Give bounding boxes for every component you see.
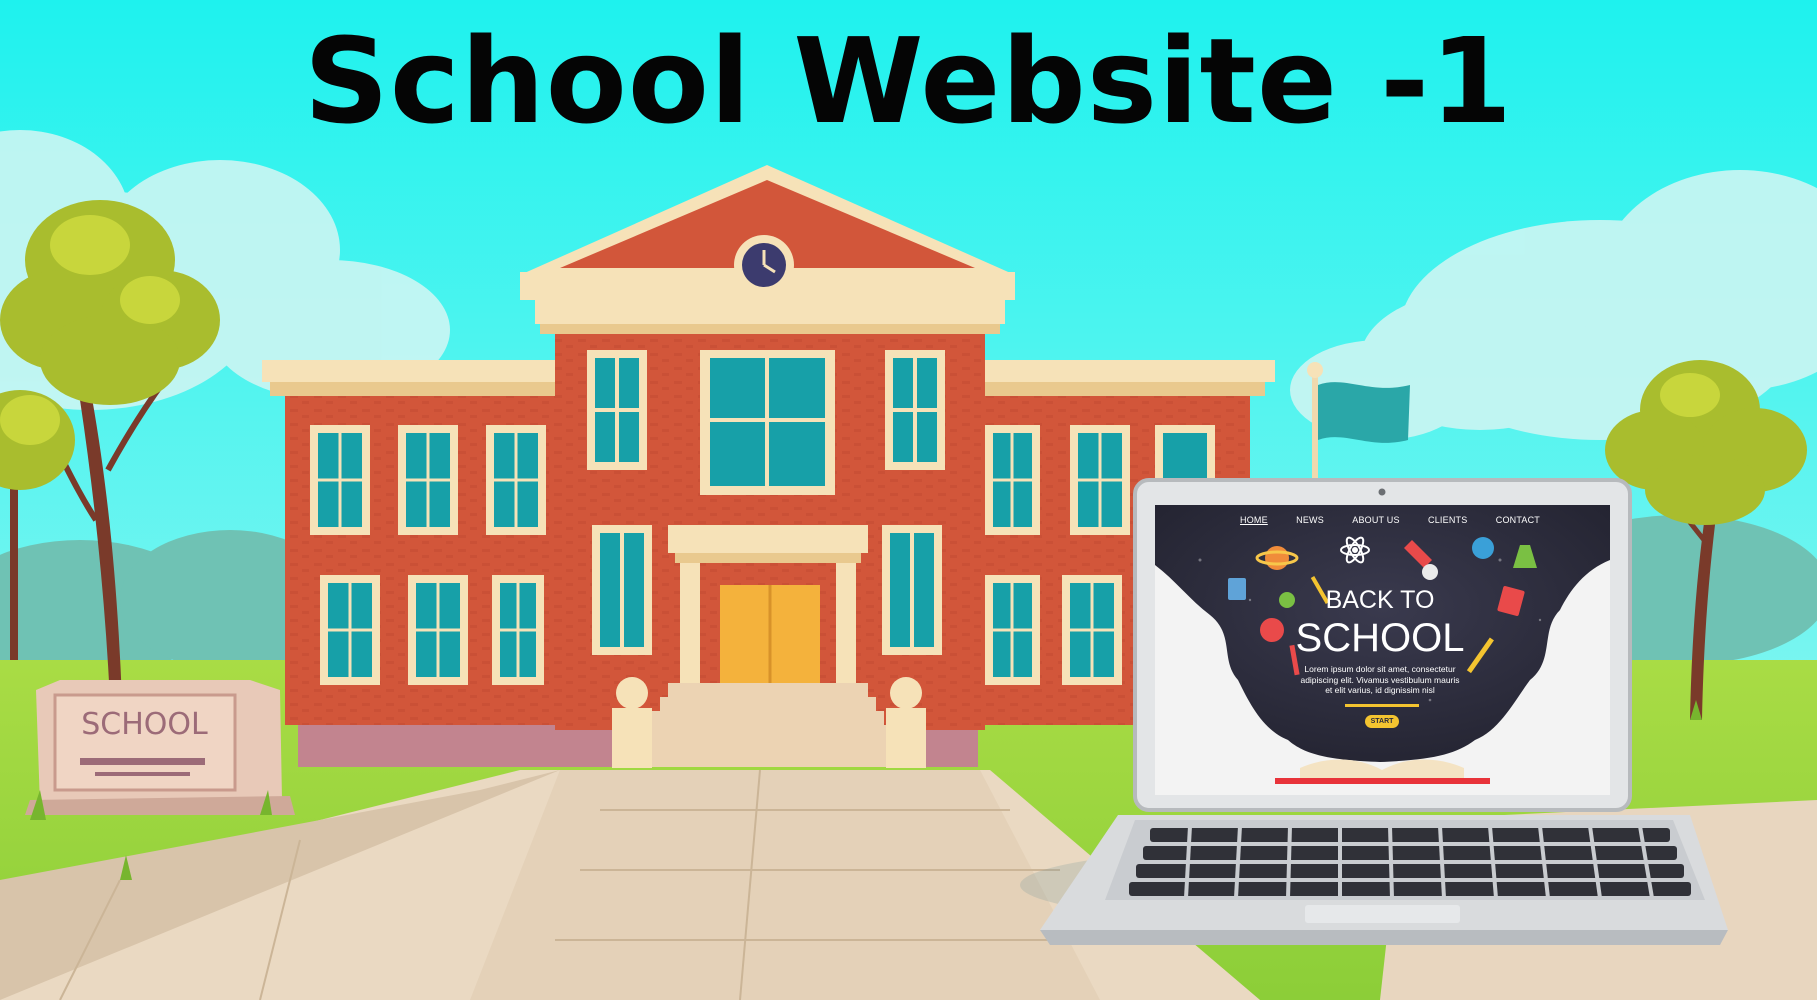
nav-news[interactable]: NEWS (1296, 515, 1324, 533)
sign-label: SCHOOL (81, 707, 208, 742)
start-button[interactable]: START (1365, 715, 1399, 728)
school-stone-sign (25, 680, 295, 815)
hero-heading-line2: SCHOOL (1295, 616, 1465, 660)
webcam-icon (1378, 488, 1386, 496)
nav-home[interactable]: HOME (1240, 515, 1268, 533)
scene-stage: School Website -1 SCHOOL HOME NEWS ABOUT… (0, 0, 1817, 1000)
planet-icon (1472, 537, 1494, 559)
front-stairs (628, 683, 908, 767)
hero-heading-line1: BACK TO (1325, 586, 1435, 614)
trackpad (1305, 905, 1460, 923)
nav-clients[interactable]: CLIENTS (1428, 515, 1467, 533)
calculator-icon (1228, 578, 1246, 600)
page-title: School Website -1 (303, 12, 1514, 150)
nav-about-us[interactable]: ABOUT US (1352, 515, 1399, 533)
hero-body-text: Lorem ipsum dolor sit amet, consectetur … (1300, 664, 1460, 696)
laptop-screen-nav: HOME NEWS ABOUT US CLIENTS CONTACT (1240, 515, 1540, 533)
school-scene-illustration (0, 0, 1817, 1000)
nav-contact[interactable]: CONTACT (1496, 515, 1540, 533)
